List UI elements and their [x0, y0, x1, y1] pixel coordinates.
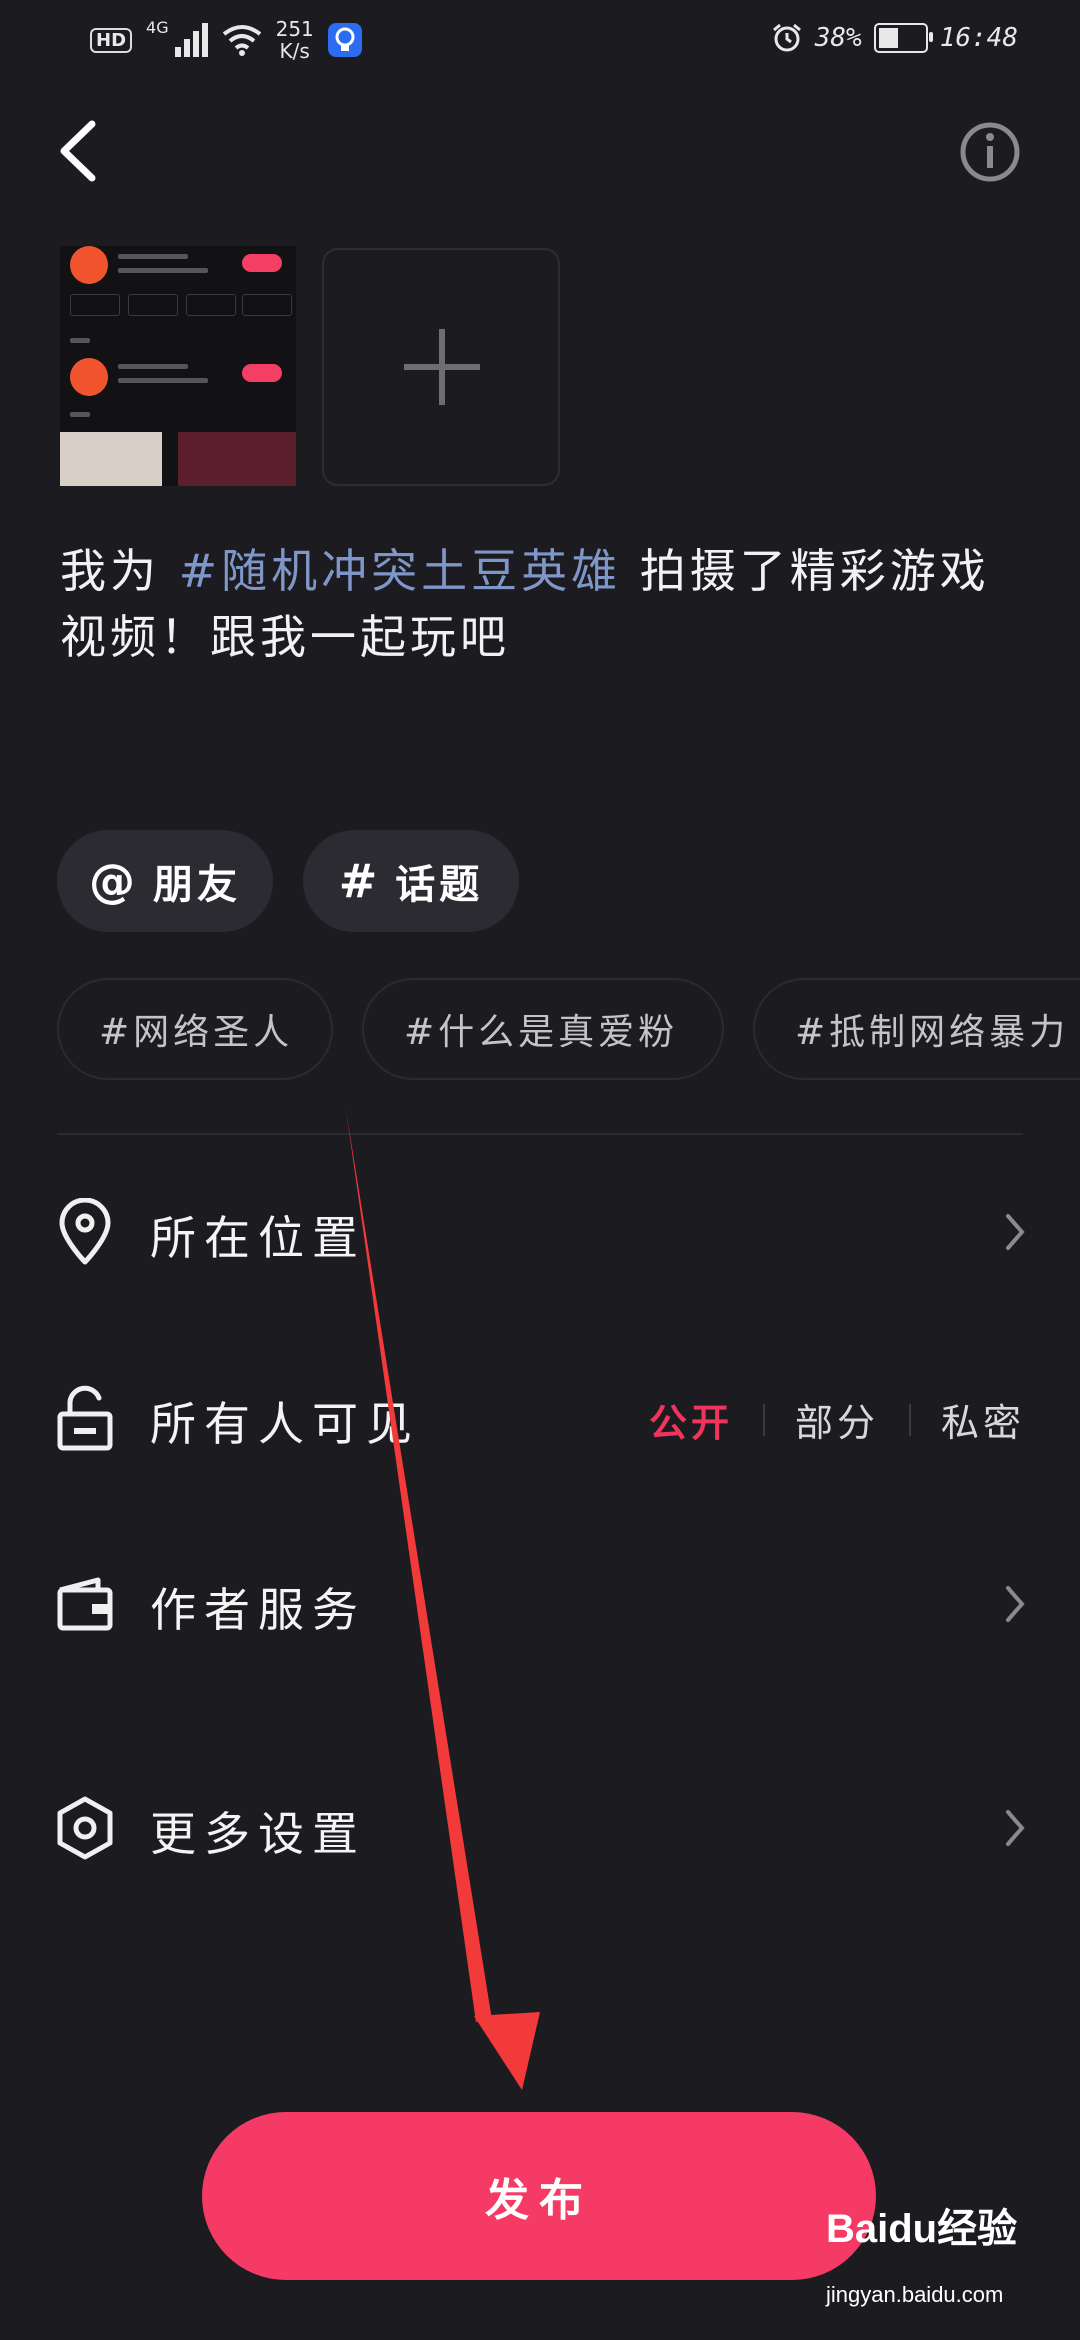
location-pin-icon: [59, 1198, 111, 1265]
suggested-topic[interactable]: #什么是真爱粉: [362, 978, 724, 1080]
status-bar: HD 4G 251 K/s 38% 16:48: [0, 0, 1080, 84]
chevron-right-icon: [1006, 1810, 1025, 1846]
chevron-right-icon: [1006, 1586, 1025, 1622]
visibility-row: 所有人可见 公开 部分 私密: [0, 1358, 1080, 1478]
more-settings-row[interactable]: 更多设置: [0, 1768, 1080, 1888]
hash-icon: #: [338, 854, 382, 908]
unlock-icon: [57, 1385, 113, 1451]
back-icon[interactable]: [52, 118, 112, 184]
status-left: HD 4G 251 K/s: [90, 18, 362, 62]
visibility-private-option[interactable]: 私密: [941, 1392, 1025, 1447]
caption-topic[interactable]: #随机冲突土豆英雄: [179, 544, 622, 598]
wifi-icon: [222, 25, 261, 56]
baidu-watermark: Baidu经验: [826, 2207, 1018, 2251]
battery-percent: 38%: [814, 23, 862, 53]
visibility-public-option[interactable]: 公开: [649, 1392, 733, 1447]
wallet-icon: [57, 1577, 113, 1631]
net-speed-unit: K/s: [279, 39, 310, 63]
hd-badge: HD: [90, 27, 133, 53]
alarm-icon: [772, 23, 801, 52]
publish-button[interactable]: 发布: [202, 2112, 876, 2280]
net-speed-value: 251: [275, 17, 314, 41]
location-label: 所在位置: [150, 1211, 366, 1265]
visibility-label: 所有人可见: [150, 1397, 420, 1451]
mention-friends-label: 朋友: [153, 862, 241, 908]
author-service-row[interactable]: 作者服务: [0, 1544, 1080, 1664]
chevron-right-icon: [1006, 1214, 1025, 1250]
visibility-partial-option[interactable]: 部分: [795, 1392, 879, 1447]
mention-friends-button[interactable]: @ 朋友: [57, 830, 273, 932]
location-row[interactable]: 所在位置: [0, 1172, 1080, 1292]
separator: [762, 1403, 765, 1436]
author-service-label: 作者服务: [150, 1583, 366, 1637]
info-icon[interactable]: [958, 120, 1022, 184]
at-icon: @: [89, 854, 139, 908]
signal-icon: [174, 23, 208, 57]
suggested-topic[interactable]: #抵制网络暴力: [753, 978, 1080, 1080]
status-right: 38% 16:48: [771, 22, 1018, 54]
add-media-button[interactable]: [322, 248, 560, 486]
more-settings-label: 更多设置: [150, 1807, 366, 1861]
suggested-topic[interactable]: #网络圣人: [57, 978, 333, 1080]
net-speed: 251 K/s: [276, 18, 314, 62]
caption-prefix: 我为: [60, 544, 179, 598]
add-topic-button[interactable]: # 话题: [303, 830, 519, 932]
baidu-watermark-url: jingyan.baidu.com: [826, 2282, 1004, 2307]
battery-icon: [873, 23, 933, 53]
app-logo-icon: [70, 246, 108, 284]
settings-hexagon-icon: [57, 1796, 113, 1860]
bulb-icon: [327, 23, 362, 57]
visibility-options: 公开 部分 私密: [649, 1392, 1025, 1447]
divider: [57, 1133, 1023, 1135]
caption-text[interactable]: 我为 #随机冲突土豆英雄 拍摄了精彩游戏视频！跟我一起玩吧: [60, 538, 1020, 670]
separator: [908, 1403, 911, 1436]
clock: 16:48: [939, 23, 1018, 53]
video-thumbnail[interactable]: [60, 246, 296, 486]
network-type: 4G: [146, 18, 169, 37]
add-topic-label: 话题: [395, 862, 484, 908]
